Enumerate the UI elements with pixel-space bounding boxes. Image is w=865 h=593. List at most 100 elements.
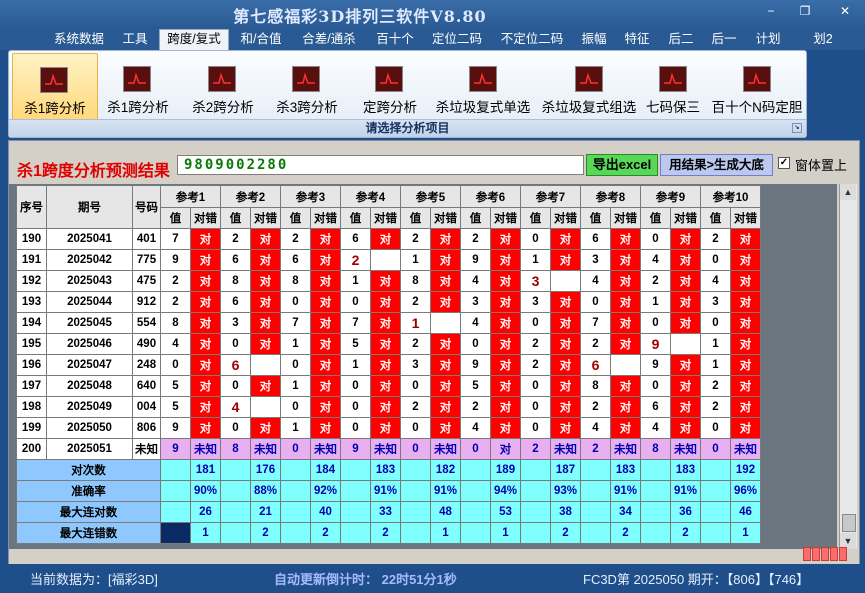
- stats-spacer: [280, 522, 311, 544]
- col-header-value[interactable]: 值: [460, 207, 491, 229]
- stats-value: 181: [190, 459, 221, 481]
- minimize-button[interactable]: −: [758, 4, 784, 18]
- cell-value: 1: [280, 333, 311, 355]
- ribbon-kill-junk-single[interactable]: 杀垃圾复式单选: [433, 53, 533, 119]
- col-header-ref[interactable]: 参考4: [340, 185, 401, 208]
- cell-value: 2: [460, 228, 491, 250]
- menu-unfixed-two[interactable]: 不定位二码: [497, 30, 567, 48]
- analysis-panel: 杀1跨度分析预测结果 9809002280 导出excel 用结果>生成大底 ✓…: [8, 140, 860, 565]
- menu-back-two[interactable]: 后二: [664, 30, 698, 48]
- col-header-result[interactable]: 对错: [250, 207, 281, 229]
- col-header-value[interactable]: 值: [520, 207, 551, 229]
- col-header-result[interactable]: 对错: [190, 207, 221, 229]
- col-header-result[interactable]: 对错: [490, 207, 521, 229]
- topmost-checkbox[interactable]: ✓: [778, 157, 790, 169]
- menu-position[interactable]: 百十个: [370, 30, 420, 48]
- col-header-ref[interactable]: 参考9: [640, 185, 701, 208]
- export-excel-button[interactable]: 导出excel: [586, 154, 658, 176]
- table-row[interactable]: 195 2025046 490 4 对 0 对 1 对 5 对 2 对 0 对 2 对 2 对 9 1 对: [16, 333, 761, 355]
- col-header-ref[interactable]: 参考3: [280, 185, 341, 208]
- col-header-ref[interactable]: 参考2: [220, 185, 281, 208]
- col-header-value[interactable]: 值: [280, 207, 311, 229]
- table-row[interactable]: 191 2025042 775 9 对 6 对 6 对 2 1 对 9 对 1 对 3 对 4 对 0 对: [16, 249, 761, 271]
- table-row[interactable]: 192 2025043 475 2 对 8 对 8 对 1 对 8 对 4 对 3 4 对 2 对 4 对: [16, 270, 761, 292]
- ribbon-n-code-fix[interactable]: 百十个N码定胆: [709, 53, 805, 119]
- stats-label: 最大连对数: [16, 501, 161, 523]
- ribbon-kill-junk-group[interactable]: 杀垃圾复式组选: [539, 53, 639, 119]
- col-header-ref[interactable]: 参考5: [400, 185, 461, 208]
- menu-tools[interactable]: 工具: [116, 30, 154, 48]
- scroll-thumb[interactable]: [842, 514, 856, 532]
- menu-sum[interactable]: 和/合值: [236, 30, 286, 48]
- col-header-value[interactable]: 值: [700, 207, 731, 229]
- col-header-result[interactable]: 对错: [370, 207, 401, 229]
- table-row-pending[interactable]: 200 2025051 未知 9 未知 8 未知 0 未知 9 未知 0 未知 0 对 2 未知 2 未知 8 未知 0 未…: [16, 438, 761, 460]
- ribbon-kill3-span[interactable]: 杀3跨分析: [265, 53, 349, 119]
- cell-value: 1: [400, 249, 431, 271]
- expand-icon[interactable]: ↘: [792, 123, 802, 133]
- menu-plan2[interactable]: 划2: [808, 30, 838, 48]
- col-header-ref[interactable]: 参考1: [160, 185, 221, 208]
- table-row[interactable]: 190 2025041 401 7 对 2 对 2 对 6 对 2 对 2 对 0 对 6 对 0 对 2 对: [16, 228, 761, 250]
- col-header-value[interactable]: 值: [220, 207, 251, 229]
- col-header-ref[interactable]: 参考6: [460, 185, 521, 208]
- cell-result: 对: [610, 270, 641, 292]
- table-row[interactable]: 194 2025045 554 8 对 3 对 7 对 7 对 1 4 对 0 对 7 对 0 对 0 对: [16, 312, 761, 334]
- menu-amplitude[interactable]: 振幅: [577, 30, 611, 48]
- col-header-value[interactable]: 值: [340, 207, 371, 229]
- col-header-ref[interactable]: 参考10: [700, 185, 761, 208]
- ribbon: 杀1跨分析 杀1跨分析 杀2跨分析 杀3跨分析 定跨分析 杀垃圾复式单选 杀垃圾…: [8, 50, 807, 138]
- ribbon-kill1-span-b[interactable]: 杀1跨分析: [96, 53, 180, 119]
- ribbon-kill2-span[interactable]: 杀2跨分析: [181, 53, 265, 119]
- chart-icon: [292, 66, 320, 92]
- col-header-seq[interactable]: 序号: [16, 185, 47, 229]
- table-row[interactable]: 196 2025047 248 0 对 6 0 对 1 对 3 对 9 对 2 对 6 9 对 1 对: [16, 354, 761, 376]
- ribbon-fixed-span[interactable]: 定跨分析: [348, 53, 432, 119]
- scroll-up-icon[interactable]: ▲: [840, 184, 856, 200]
- result-field[interactable]: 9809002280: [177, 155, 584, 175]
- menu-system-data[interactable]: 系统数据: [50, 30, 108, 48]
- col-header-result[interactable]: 对错: [430, 207, 461, 229]
- generate-base-button[interactable]: 用结果>生成大底: [660, 154, 773, 176]
- col-header-period[interactable]: 期号: [46, 185, 133, 229]
- col-header-value[interactable]: 值: [160, 207, 191, 229]
- cell-value: 3: [520, 270, 551, 292]
- table-row[interactable]: 193 2025044 912 2 对 6 对 0 对 0 对 2 对 3 对 3 对 0 对 1 对 3 对: [16, 291, 761, 313]
- menu-plan[interactable]: 计划: [751, 30, 785, 48]
- col-header-result[interactable]: 对错: [610, 207, 641, 229]
- col-header-result[interactable]: 对错: [730, 207, 761, 229]
- menu-back-one[interactable]: 后一: [707, 30, 741, 48]
- menu-span-compound[interactable]: 跨度/复式: [159, 29, 229, 51]
- col-header-result[interactable]: 对错: [310, 207, 341, 229]
- maximize-button[interactable]: ❐: [792, 4, 818, 18]
- cell-result: 未知: [250, 438, 281, 460]
- table-row[interactable]: 198 2025049 004 5 对 4 0 对 0 对 2 对 2 对 0 对 2 对 6 对 2 对: [16, 396, 761, 418]
- ribbon-kill1-span-a[interactable]: 杀1跨分析: [12, 53, 98, 121]
- cell-result: 对: [490, 417, 521, 439]
- menu-diff-kill[interactable]: 合差/通杀: [298, 30, 360, 48]
- col-header-value[interactable]: 值: [580, 207, 611, 229]
- col-header-ref[interactable]: 参考8: [580, 185, 641, 208]
- cell-result: 对: [310, 354, 341, 376]
- col-header-result[interactable]: 对错: [550, 207, 581, 229]
- col-header-ref[interactable]: 参考7: [520, 185, 581, 208]
- close-button[interactable]: ✕: [832, 4, 858, 18]
- table-row[interactable]: 199 2025050 806 9 对 0 对 1 对 0 对 0 对 4 对 0 对 4 对 4 对 0 对: [16, 417, 761, 439]
- cell-value: 2: [280, 228, 311, 250]
- menu-fixed-two[interactable]: 定位二码: [428, 30, 486, 48]
- stats-value: 88%: [250, 480, 281, 502]
- cell-value: 1: [280, 375, 311, 397]
- table-row[interactable]: 197 2025048 640 5 对 0 对 1 对 0 对 0 对 5 对 0 对 8 对 0 对 2 对: [16, 375, 761, 397]
- stats-spacer: [700, 501, 731, 523]
- vertical-scrollbar[interactable]: ▲ ▼: [839, 184, 857, 549]
- menu-feature[interactable]: 特征: [620, 30, 654, 48]
- stats-spacer: [580, 501, 611, 523]
- col-header-value[interactable]: 值: [640, 207, 671, 229]
- header-row: 序号 期号 号码 参考1 参考2 参考3 参考4 参考5 参考6 参考7 参考8 参考9 参考10: [16, 185, 761, 229]
- col-header-number[interactable]: 号码: [132, 185, 161, 229]
- col-header-value[interactable]: 值: [400, 207, 431, 229]
- cell-value: 2: [580, 396, 611, 418]
- col-header-result[interactable]: 对错: [670, 207, 701, 229]
- ribbon-seven-keep-three[interactable]: 七码保三: [637, 53, 709, 119]
- cell-result: [550, 270, 581, 292]
